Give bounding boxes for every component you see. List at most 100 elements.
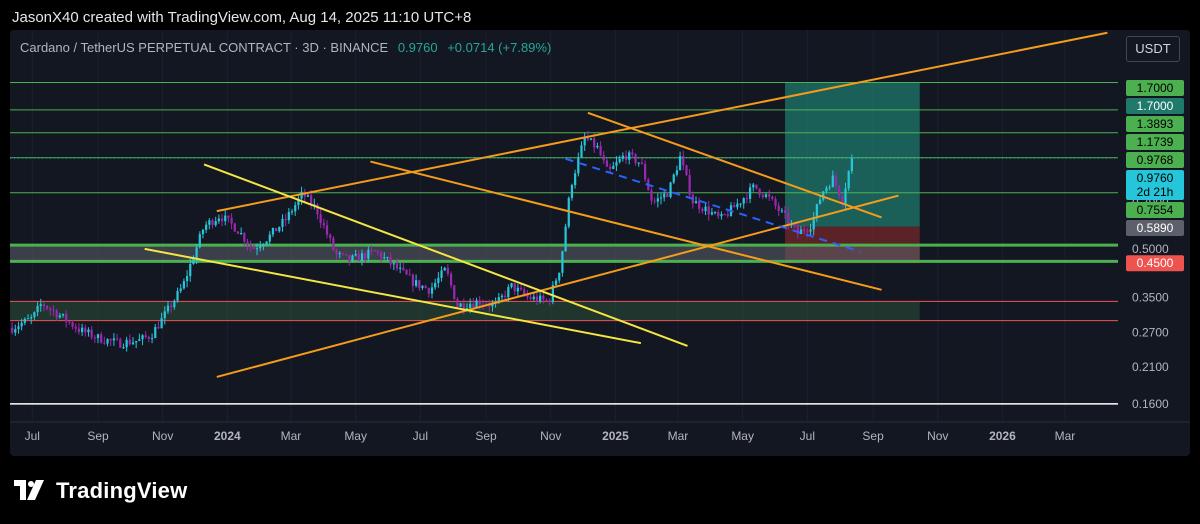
candle-body xyxy=(71,322,74,327)
candle-body xyxy=(574,173,577,185)
candle-body xyxy=(593,138,596,148)
candle-body xyxy=(717,212,720,217)
candle-body xyxy=(122,347,125,349)
price-tag-label: 0.5890 xyxy=(1137,221,1174,235)
candle-body xyxy=(831,175,834,188)
candle-body xyxy=(421,285,424,288)
candle-body xyxy=(653,200,656,202)
candle-body xyxy=(205,224,208,230)
candle-body xyxy=(761,194,764,197)
candle-body xyxy=(262,244,265,247)
candle-body xyxy=(259,246,262,249)
candle-body xyxy=(847,171,850,189)
price-tag: 1.1739 xyxy=(1126,134,1184,150)
candle-body xyxy=(157,327,160,329)
x-tick-label: Nov xyxy=(927,429,948,443)
candle-body xyxy=(338,253,341,255)
x-tick-label: 2025 xyxy=(602,429,629,443)
candle-body xyxy=(208,220,211,225)
candle-body xyxy=(278,226,281,232)
candle-body xyxy=(672,174,675,183)
candle-body xyxy=(411,274,415,286)
tradingview-brand: TradingView xyxy=(14,476,187,506)
candle-body xyxy=(364,253,367,259)
candle-body xyxy=(386,257,389,259)
candle-body xyxy=(354,253,357,256)
candle-body xyxy=(176,291,179,301)
candle-body xyxy=(20,322,23,327)
candle-body xyxy=(84,327,87,333)
candle-body xyxy=(351,255,354,262)
candle-body xyxy=(844,188,847,204)
candle-body xyxy=(768,194,771,197)
candle-body xyxy=(564,226,567,252)
candle-body xyxy=(144,335,147,337)
candle-body xyxy=(685,165,688,176)
candle-body xyxy=(379,252,383,259)
price-chart[interactable]: Jul Sep Nov 2024 Mar May Jul Sep Nov 2025 Mar May Ju… xyxy=(10,30,1190,456)
candle-body xyxy=(656,198,659,202)
candle-body xyxy=(430,287,434,294)
candle-body xyxy=(268,234,271,242)
last-price: 0.9760 xyxy=(397,40,438,55)
x-tick-label: Nov xyxy=(540,429,561,443)
candle-body xyxy=(306,195,310,197)
candle-body xyxy=(189,264,192,277)
candle-body xyxy=(437,277,440,283)
price-tag: 0.7554 xyxy=(1126,202,1184,218)
candle-body xyxy=(36,306,39,313)
candle-body xyxy=(141,335,144,340)
candle-body xyxy=(548,300,551,302)
trendline xyxy=(216,194,899,378)
candle-body xyxy=(440,270,443,278)
candle-body xyxy=(710,212,714,215)
candle-body xyxy=(418,280,421,288)
x-tick-label: Mar xyxy=(1055,429,1076,443)
candle-body xyxy=(154,327,157,339)
x-tick-label: Jul xyxy=(413,429,428,443)
candle-body xyxy=(523,289,526,295)
candle-body xyxy=(195,247,198,260)
candle-body xyxy=(764,194,768,197)
candle-body xyxy=(198,234,201,248)
candle-body xyxy=(405,269,408,275)
y-tick-label: 0.2100 xyxy=(1132,360,1169,374)
candle-body xyxy=(736,203,739,208)
candle-body xyxy=(726,214,729,216)
candle-body xyxy=(55,310,58,318)
x-tick-label: Mar xyxy=(668,429,689,443)
candle-body xyxy=(580,145,583,158)
candle-body xyxy=(408,274,411,276)
candle-body xyxy=(389,257,392,265)
candle-body xyxy=(230,217,233,224)
candle-body xyxy=(637,162,640,164)
candle-body xyxy=(739,203,742,205)
chart-pane[interactable]: Jul Sep Nov 2024 Mar May Jul Sep Nov 2025 Mar May Ju… xyxy=(10,30,1190,456)
candle-body xyxy=(370,249,373,251)
candle-body xyxy=(33,312,36,318)
candle-body xyxy=(713,212,717,214)
candle-body xyxy=(529,297,532,300)
candle-body xyxy=(815,204,818,218)
candle-body xyxy=(704,206,707,212)
candle-body xyxy=(599,145,602,156)
candle-body xyxy=(106,339,109,344)
candle-body xyxy=(475,300,478,308)
candle-body xyxy=(758,188,761,195)
candle-body xyxy=(112,338,116,341)
candle-body xyxy=(90,329,93,338)
candle-body xyxy=(281,218,284,227)
y-tick-label: 0.5000 xyxy=(1132,242,1169,256)
candle-body xyxy=(838,185,841,196)
candle-body xyxy=(443,267,446,271)
candle-body xyxy=(570,184,574,199)
candle-body xyxy=(201,229,205,235)
candle-body xyxy=(74,326,77,329)
candle-body xyxy=(252,246,255,250)
candle-body xyxy=(612,165,615,169)
candle-body xyxy=(561,251,564,273)
candle-body xyxy=(360,253,364,261)
candle-body xyxy=(233,223,236,232)
candle-body xyxy=(825,187,828,192)
currency-button[interactable]: USDT xyxy=(1126,36,1180,62)
